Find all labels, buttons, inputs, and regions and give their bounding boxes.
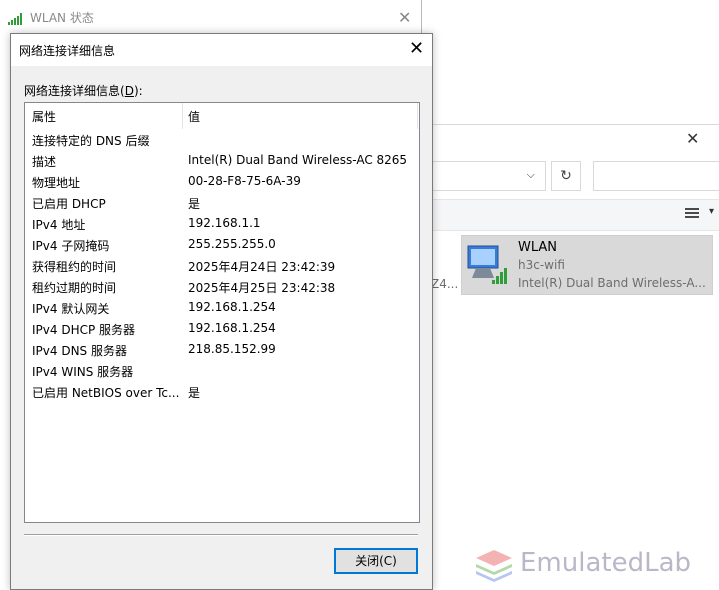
adapter-ssid: h3c-wifi <box>518 258 565 272</box>
list-item[interactable]: 租约过期的时间 2025年4月25日 23:42:38 <box>25 276 417 297</box>
watermark: EmulatedLab <box>474 544 719 584</box>
listview-header: 属性 值 <box>25 103 418 129</box>
details-list-label: 网络连接详细信息(D): <box>24 82 143 99</box>
explorer-close-button[interactable]: ✕ <box>686 129 699 148</box>
value-cell: 218.85.152.99 <box>188 342 276 356</box>
property-cell: IPv4 DHCP 服务器 <box>32 323 136 337</box>
adapter-name: WLAN <box>518 240 558 255</box>
property-cell: IPv4 默认网关 <box>32 302 110 316</box>
list-item[interactable]: 连接特定的 DNS 后缀 <box>25 129 417 150</box>
property-cell: IPv4 WINS 服务器 <box>32 365 134 379</box>
column-header-value[interactable]: 值 <box>188 108 200 125</box>
dialog-close-button[interactable]: ✕ <box>409 38 424 59</box>
chevron-down-icon[interactable]: ⌵ <box>527 168 535 182</box>
list-item[interactable]: 已启用 DHCP 是 <box>25 192 417 213</box>
property-cell: 已启用 DHCP <box>32 197 106 211</box>
property-cell: 物理地址 <box>32 176 81 190</box>
property-cell: IPv4 子网掩码 <box>32 239 110 253</box>
wlan-status-title: WLAN 状态 <box>30 11 94 25</box>
column-divider[interactable] <box>417 103 418 129</box>
list-item[interactable]: 物理地址 00-28-F8-75-6A-39 <box>25 171 417 192</box>
list-item[interactable]: 获得租约的时间 2025年4月24日 23:42:39 <box>25 255 417 276</box>
column-divider[interactable] <box>182 103 183 129</box>
value-cell: 192.168.1.254 <box>188 300 276 314</box>
adapter-item-wlan[interactable]: WLAN h3c-wifi Intel(R) Dual Band Wireles… <box>461 235 713 295</box>
value-cell: 是 <box>188 386 201 400</box>
list-item[interactable]: 描述 Intel(R) Dual Band Wireless-AC 8265 <box>25 150 417 171</box>
property-cell: IPv4 DNS 服务器 <box>32 344 127 358</box>
search-input[interactable] <box>593 161 719 191</box>
property-cell: 获得租约的时间 <box>32 260 117 274</box>
property-cell: IPv4 地址 <box>32 218 86 232</box>
dialog-titlebar: 网络连接详细信息 ✕ <box>11 34 432 66</box>
value-cell: Intel(R) Dual Band Wireless-AC 8265 <box>188 153 408 167</box>
details-list-label-accesskey: D <box>124 84 134 98</box>
refresh-button[interactable]: ↻ <box>551 161 581 191</box>
value-cell: 255.255.255.0 <box>188 237 276 251</box>
listview-rows: 连接特定的 DNS 后缀 描述 Intel(R) Dual Band Wirele… <box>25 129 417 402</box>
network-connections-window: ✕ ⌵ ↻ ▾ Z4... WLAN h3c-wifi Intel(R) Dua… <box>420 124 719 589</box>
command-bar: ▾ <box>421 199 719 231</box>
wifi-signal-icon <box>8 12 22 25</box>
close-button[interactable]: 关闭(C) <box>334 548 418 574</box>
wlan-status-titlebar: WLAN 状态 <box>8 0 94 36</box>
list-item[interactable]: IPv4 子网掩码 255.255.255.0 <box>25 234 417 255</box>
value-cell: 2025年4月24日 23:42:39 <box>188 260 336 274</box>
list-item[interactable]: IPv4 DHCP 服务器 192.168.1.254 <box>25 318 417 339</box>
view-options-chevron-icon[interactable]: ▾ <box>709 206 714 217</box>
list-item[interactable]: IPv4 DNS 服务器 218.85.152.99 <box>25 339 417 360</box>
column-header-property[interactable]: 属性 <box>32 108 56 125</box>
property-cell: 连接特定的 DNS 后缀 <box>32 134 150 148</box>
list-item[interactable]: 已启用 NetBIOS over Tc... 是 <box>25 381 417 402</box>
layers-logo-icon <box>476 550 512 582</box>
value-cell: 是 <box>188 197 201 211</box>
value-cell: 2025年4月25日 23:42:38 <box>188 281 336 295</box>
list-item[interactable]: IPv4 WINS 服务器 <box>25 360 417 381</box>
value-cell: 192.168.1.1 <box>188 216 261 230</box>
value-cell: 00-28-F8-75-6A-39 <box>188 174 301 188</box>
network-adapter-icon <box>467 245 507 284</box>
address-bar[interactable]: ⌵ <box>421 161 546 191</box>
list-item[interactable]: IPv4 默认网关 192.168.1.254 <box>25 297 417 318</box>
details-list-label-prefix: 网络连接详细信息( <box>24 84 125 98</box>
property-cell: 租约过期的时间 <box>32 281 117 295</box>
truncated-adapter-text: Z4... <box>431 277 459 291</box>
details-listview[interactable]: 属性 值 连接特定的 DNS 后缀 描述 Intel(R) Dual Band W… <box>24 102 420 523</box>
adapter-description: Intel(R) Dual Band Wireless-A... <box>518 276 706 290</box>
property-cell: 描述 <box>32 155 57 169</box>
network-connection-details-dialog: 网络连接详细信息 ✕ 网络连接详细信息(D): 属性 值 连接特定的 DNS 后… <box>10 33 433 590</box>
list-item[interactable]: IPv4 地址 192.168.1.1 <box>25 213 417 234</box>
wlan-status-close-button[interactable]: ✕ <box>398 8 411 27</box>
dialog-title: 网络连接详细信息 <box>19 44 116 58</box>
dialog-divider <box>24 534 418 536</box>
details-list-label-suffix: ): <box>133 84 143 98</box>
watermark-text: EmulatedLab <box>520 548 692 578</box>
change-view-icon[interactable] <box>685 206 699 220</box>
value-cell: 192.168.1.254 <box>188 321 276 335</box>
property-cell: 已启用 NetBIOS over Tc... <box>32 386 180 400</box>
